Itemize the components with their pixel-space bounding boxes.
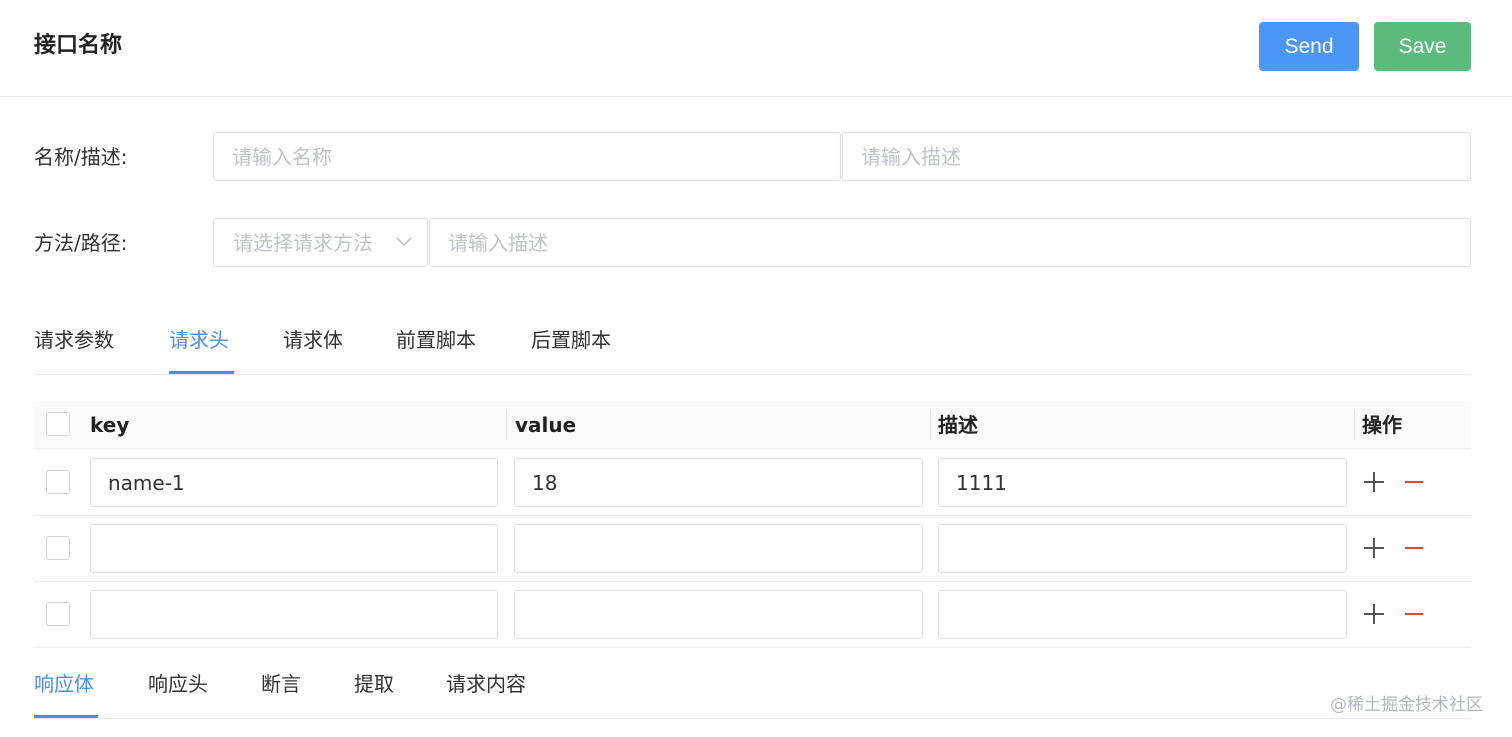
method-select[interactable]: 请选择请求方法 bbox=[213, 218, 428, 267]
name-desc-label: 名称/描述: bbox=[34, 145, 128, 169]
key-input[interactable] bbox=[90, 524, 498, 573]
request-tabs: 请求参数 请求头 请求体 前置脚本 后置脚本 bbox=[34, 326, 1471, 375]
description-cell-input[interactable] bbox=[938, 590, 1347, 639]
column-divider bbox=[1354, 410, 1355, 440]
tab-response-body[interactable]: 响应体 bbox=[34, 670, 94, 698]
tab-request-content[interactable]: 请求内容 bbox=[446, 670, 526, 698]
watermark: @稀土掘金技术社区 bbox=[1330, 695, 1483, 715]
row-checkbox[interactable] bbox=[46, 602, 70, 626]
header-bar: 接口名称 Send Save bbox=[0, 0, 1512, 97]
plus-icon[interactable] bbox=[1362, 470, 1386, 494]
tab-post-script[interactable]: 后置脚本 bbox=[531, 326, 611, 354]
method-select-placeholder: 请选择请求方法 bbox=[233, 231, 373, 255]
description-cell-input[interactable] bbox=[938, 458, 1347, 507]
table-row bbox=[34, 516, 1471, 582]
column-header-key: key bbox=[90, 413, 130, 437]
table-header: key value 描述 操作 bbox=[34, 401, 1471, 449]
plus-icon[interactable] bbox=[1362, 602, 1386, 626]
value-input[interactable] bbox=[514, 524, 923, 573]
table-row bbox=[34, 582, 1471, 648]
send-button[interactable]: Send bbox=[1259, 22, 1359, 71]
tab-request-body[interactable]: 请求体 bbox=[283, 326, 343, 354]
key-input[interactable] bbox=[90, 590, 498, 639]
save-button[interactable]: Save bbox=[1374, 22, 1471, 71]
description-input[interactable] bbox=[842, 132, 1471, 181]
select-all-checkbox[interactable] bbox=[46, 412, 70, 436]
row-checkbox[interactable] bbox=[46, 536, 70, 560]
method-path-label: 方法/路径: bbox=[34, 231, 128, 255]
column-header-actions: 操作 bbox=[1362, 413, 1402, 437]
minus-icon[interactable] bbox=[1402, 536, 1426, 560]
value-input[interactable] bbox=[514, 458, 923, 507]
name-input[interactable] bbox=[213, 132, 841, 181]
column-header-value: value bbox=[515, 413, 577, 437]
row-checkbox[interactable] bbox=[46, 470, 70, 494]
chevron-down-icon bbox=[396, 237, 412, 247]
key-input[interactable] bbox=[90, 458, 498, 507]
column-divider bbox=[930, 410, 931, 440]
minus-icon[interactable] bbox=[1402, 602, 1426, 626]
path-input[interactable] bbox=[429, 218, 1471, 267]
table-row bbox=[34, 450, 1471, 516]
tab-assertions[interactable]: 断言 bbox=[261, 670, 301, 698]
tab-pre-script[interactable]: 前置脚本 bbox=[396, 326, 476, 354]
tab-response-headers[interactable]: 响应头 bbox=[148, 670, 208, 698]
minus-icon[interactable] bbox=[1402, 470, 1426, 494]
active-tab-indicator bbox=[169, 371, 234, 374]
column-divider bbox=[506, 410, 507, 440]
value-input[interactable] bbox=[514, 590, 923, 639]
tab-extract[interactable]: 提取 bbox=[354, 670, 394, 698]
page-title: 接口名称 bbox=[34, 33, 123, 58]
tab-request-headers[interactable]: 请求头 bbox=[169, 326, 229, 354]
tab-request-params[interactable]: 请求参数 bbox=[34, 326, 114, 354]
plus-icon[interactable] bbox=[1362, 536, 1386, 560]
description-cell-input[interactable] bbox=[938, 524, 1347, 573]
active-tab-indicator bbox=[34, 715, 98, 718]
response-tabs: 响应体 响应头 断言 提取 请求内容 bbox=[34, 670, 1471, 719]
column-header-description: 描述 bbox=[938, 413, 978, 437]
